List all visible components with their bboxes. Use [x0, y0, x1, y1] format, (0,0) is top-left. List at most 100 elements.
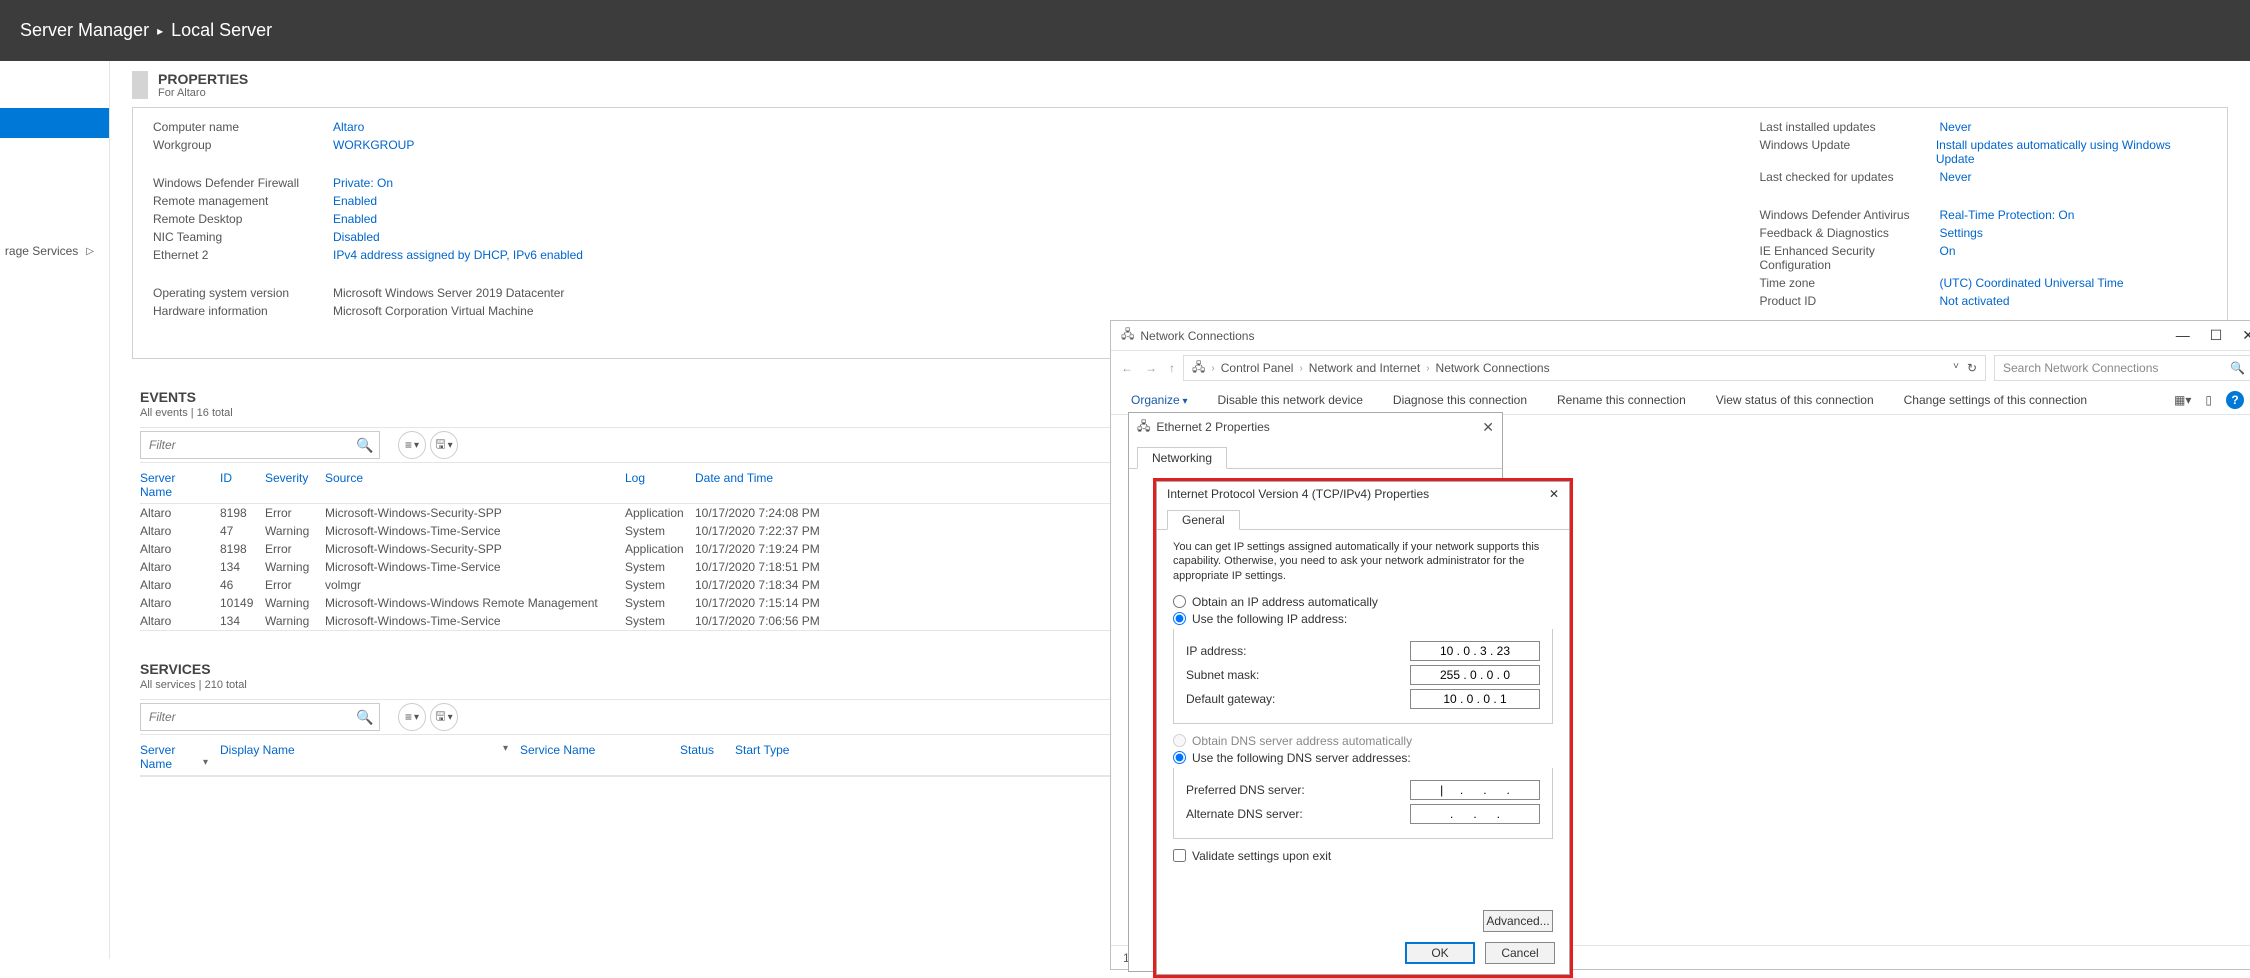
preview-pane-button[interactable]: ▯	[2205, 393, 2212, 407]
cell: Microsoft-Windows-Time-Service	[325, 560, 625, 574]
cell: Microsoft-Windows-Time-Service	[325, 614, 625, 628]
dialog-titlebar[interactable]: 🖧Ethernet 2 Properties ✕	[1129, 413, 1502, 441]
services-filter-input[interactable]	[141, 710, 351, 724]
validate-checkbox-row[interactable]: Validate settings upon exit	[1173, 849, 1553, 863]
organize-button[interactable]: Organize	[1131, 393, 1188, 407]
chevron-down-icon[interactable]: ˅	[1953, 361, 1959, 375]
column-header[interactable]: Service Name	[520, 743, 680, 771]
validate-checkbox[interactable]	[1173, 849, 1186, 862]
property-row: Remote managementEnabled	[153, 194, 1760, 208]
property-value[interactable]: Never	[1940, 120, 1972, 134]
column-header[interactable]: Server Name	[140, 471, 220, 499]
property-label: Windows Defender Antivirus	[1760, 208, 1940, 222]
ok-button[interactable]: OK	[1405, 942, 1475, 964]
advanced-button[interactable]: Advanced...	[1483, 910, 1553, 932]
ip-address-input[interactable]	[1410, 641, 1540, 661]
search-icon[interactable]: 🔍	[2230, 361, 2245, 375]
dialog-description: You can get IP settings assigned automat…	[1173, 540, 1553, 583]
radio-input[interactable]	[1173, 612, 1186, 625]
column-header[interactable]: Status	[680, 743, 735, 771]
radio-input[interactable]	[1173, 595, 1186, 608]
events-view-button[interactable]: ≡	[398, 431, 426, 459]
cmd-rename[interactable]: Rename this connection	[1557, 393, 1686, 407]
radio-static-ip[interactable]: Use the following IP address:	[1173, 612, 1553, 626]
column-header[interactable]: Log	[625, 471, 695, 499]
services-save-button[interactable]: 🖫	[430, 703, 458, 731]
radio-input[interactable]	[1173, 751, 1186, 764]
search-box[interactable]: Search Network Connections 🔍	[1994, 355, 2250, 381]
property-value[interactable]: Enabled	[333, 194, 377, 208]
property-value[interactable]: Altaro	[333, 120, 364, 134]
radio-static-dns[interactable]: Use the following DNS server addresses:	[1173, 751, 1553, 765]
events-save-button[interactable]: 🖫	[430, 431, 458, 459]
property-value[interactable]: Disabled	[333, 230, 380, 244]
window-titlebar[interactable]: 🖧Network Connections — ☐ ✕	[1111, 321, 2250, 351]
cancel-button[interactable]: Cancel	[1485, 942, 1555, 964]
property-value[interactable]: Never	[1940, 170, 1972, 184]
property-value[interactable]: Not activated	[1940, 294, 2010, 308]
services-filter[interactable]: 🔍	[140, 703, 380, 731]
sidebar-selected[interactable]	[0, 108, 109, 138]
breadcrumb[interactable]: 🖧› Control Panel› Network and Internet› …	[1183, 355, 1986, 381]
help-icon[interactable]: ?	[2226, 391, 2244, 409]
property-row: Remote DesktopEnabled	[153, 212, 1760, 226]
search-icon[interactable]: 🔍	[351, 437, 379, 454]
cell: Error	[265, 542, 325, 556]
back-icon[interactable]: ←	[1121, 361, 1133, 375]
tab-networking[interactable]: Networking	[1137, 447, 1227, 469]
property-value[interactable]: Enabled	[333, 212, 377, 226]
property-value[interactable]: Private: On	[333, 176, 393, 190]
crumb0[interactable]: Control Panel	[1221, 361, 1294, 375]
close-icon[interactable]: ✕	[2242, 327, 2250, 344]
column-header[interactable]: Server Name	[140, 743, 220, 771]
cell: 46	[220, 578, 265, 592]
column-header[interactable]: Display Name	[220, 743, 520, 771]
property-value[interactable]: (UTC) Coordinated Universal Time	[1940, 276, 2124, 290]
crumb2[interactable]: Network Connections	[1436, 361, 1550, 375]
property-value[interactable]: Settings	[1940, 226, 1983, 240]
services-view-button[interactable]: ≡	[398, 703, 426, 731]
events-filter[interactable]: 🔍	[140, 431, 380, 459]
events-filter-input[interactable]	[141, 438, 351, 452]
preferred-dns-input[interactable]	[1410, 780, 1540, 800]
refresh-icon[interactable]: ↻	[1967, 361, 1977, 375]
cell: Microsoft-Windows-Security-SPP	[325, 542, 625, 556]
close-icon[interactable]: ✕	[1549, 487, 1559, 501]
properties-title: PROPERTIES	[158, 71, 248, 87]
search-icon[interactable]: 🔍	[351, 709, 379, 726]
search-placeholder: Search Network Connections	[2003, 361, 2158, 375]
column-header[interactable]: Start Type	[735, 743, 835, 771]
cmd-diagnose[interactable]: Diagnose this connection	[1393, 393, 1527, 407]
property-value[interactable]: WORKGROUP	[333, 138, 414, 152]
property-value[interactable]: Install updates automatically using Wind…	[1936, 138, 2207, 166]
forward-icon[interactable]: →	[1145, 361, 1157, 375]
property-row: Windows Defender FirewallPrivate: On	[153, 176, 1760, 190]
maximize-icon[interactable]: ☐	[2210, 327, 2223, 344]
property-row: IE Enhanced Security ConfigurationOn	[1760, 244, 2208, 272]
column-header[interactable]: Severity	[265, 471, 325, 499]
tab-general[interactable]: General	[1167, 510, 1240, 530]
subnet-mask-input[interactable]	[1410, 665, 1540, 685]
cmd-disable[interactable]: Disable this network device	[1218, 393, 1363, 407]
default-gateway-input[interactable]	[1410, 689, 1540, 709]
subnet-label: Subnet mask:	[1186, 668, 1259, 682]
property-value[interactable]: IPv4 address assigned by DHCP, IPv6 enab…	[333, 248, 583, 262]
dialog-titlebar[interactable]: Internet Protocol Version 4 (TCP/IPv4) P…	[1157, 482, 1569, 506]
column-header[interactable]: ID	[220, 471, 265, 499]
alternate-dns-input[interactable]	[1410, 804, 1540, 824]
cmd-change[interactable]: Change settings of this connection	[1904, 393, 2087, 407]
crumb1[interactable]: Network and Internet	[1309, 361, 1420, 375]
column-header[interactable]: Date and Time	[695, 471, 875, 499]
cell: Warning	[265, 596, 325, 610]
minimize-icon[interactable]: —	[2176, 327, 2190, 344]
column-header[interactable]: Source	[325, 471, 625, 499]
app-titlebar: Server Manager ▸ Local Server	[0, 0, 2250, 61]
sidebar-item-storage[interactable]: rage Services ▷	[0, 236, 109, 266]
property-value[interactable]: On	[1940, 244, 1956, 272]
cmd-status[interactable]: View status of this connection	[1716, 393, 1874, 407]
up-icon[interactable]: ↑	[1169, 361, 1175, 375]
radio-auto-ip[interactable]: Obtain an IP address automatically	[1173, 595, 1553, 609]
property-value[interactable]: Real-Time Protection: On	[1940, 208, 2075, 222]
view-icons-button[interactable]: ▦▾	[2174, 393, 2191, 407]
close-icon[interactable]: ✕	[1482, 419, 1494, 436]
